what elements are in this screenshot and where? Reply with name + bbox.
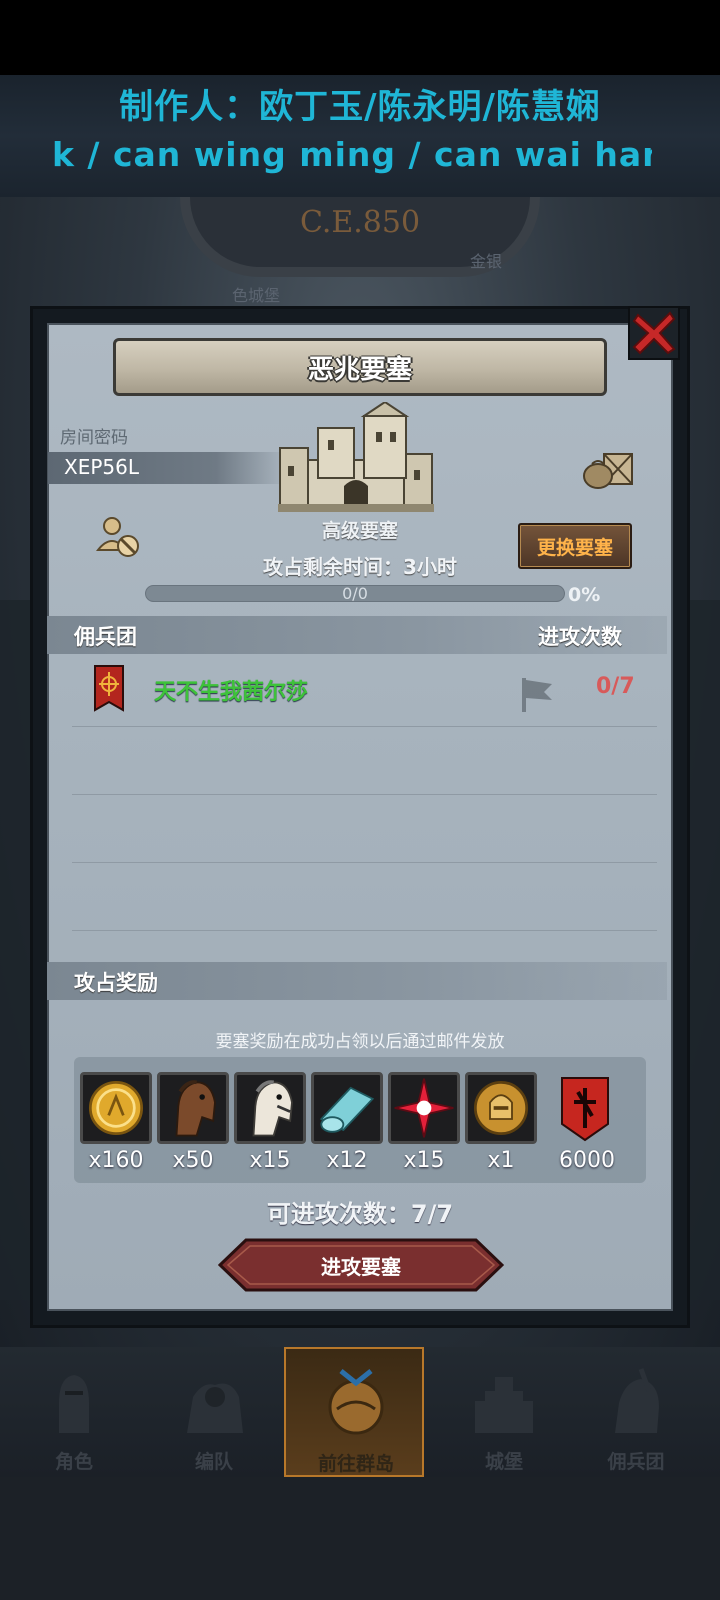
rewards-note: 要塞奖励在成功占领以后通过邮件发放 bbox=[215, 1032, 505, 1052]
remaining-time: 攻占剩余时间：3小时 bbox=[263, 555, 457, 579]
bottom-safe-area bbox=[0, 1477, 720, 1600]
top-black-bar bbox=[0, 0, 720, 75]
nav-label: 前往群岛 bbox=[317, 1453, 394, 1475]
capture-progress-bar: 0/0 bbox=[145, 584, 565, 603]
mercenary-attack-count: 0/7 bbox=[596, 674, 635, 699]
mercenary-icon bbox=[615, 1368, 659, 1433]
capture-progress-percent: 0% bbox=[568, 584, 601, 606]
credits-line-1: 制作人：欧丁玉/陈永明/陈慧娴 bbox=[119, 87, 601, 127]
reward-count: 6000 bbox=[559, 1148, 615, 1173]
mercenary-header-label: 佣兵团 bbox=[74, 625, 137, 649]
mercenary-name: 天不生我茜尔莎 bbox=[154, 680, 309, 705]
close-icon bbox=[632, 311, 676, 355]
fortress-castle-icon bbox=[278, 402, 434, 512]
bg-map-label: 金银 bbox=[470, 252, 503, 271]
capture-progress-text: 0/0 bbox=[342, 584, 368, 603]
list-divider bbox=[72, 930, 657, 931]
supplies-bag-icon[interactable] bbox=[582, 446, 634, 490]
attack-fortress-button[interactable]: 进攻要塞 bbox=[218, 1238, 504, 1292]
squad-icon bbox=[187, 1383, 243, 1433]
nav-item-formation[interactable]: 编队 bbox=[144, 1347, 284, 1477]
room-code-value[interactable]: XEP56L bbox=[64, 455, 139, 479]
year-label: C.E.850 bbox=[299, 205, 421, 240]
credits-line-2: k / can wing ming / can wai han bbox=[52, 135, 652, 174]
brown-horse-icon[interactable] bbox=[157, 1072, 229, 1144]
room-code-label: 房间密码 bbox=[60, 428, 128, 448]
credits-overlay: 制作人：欧丁玉/陈永明/陈慧娴 k / can wing ming / can … bbox=[0, 75, 720, 197]
nav-item-character[interactable]: 角色 bbox=[4, 1347, 144, 1477]
knight-icon bbox=[59, 1375, 89, 1433]
modal-title: 恶兆要塞 bbox=[113, 338, 607, 396]
knight-helmet-coin-icon[interactable] bbox=[465, 1072, 537, 1144]
castle-icon bbox=[475, 1377, 533, 1433]
reward-count: x1 bbox=[487, 1148, 515, 1173]
nav-label: 城堡 bbox=[484, 1451, 523, 1473]
rewards-header-label: 攻占奖励 bbox=[74, 971, 158, 995]
nav-item-mercenary[interactable]: 佣兵团 bbox=[566, 1347, 706, 1477]
attacks-remaining: 可进攻次数：7/7 bbox=[266, 1200, 454, 1228]
nav-item-castle[interactable]: 城堡 bbox=[434, 1347, 574, 1477]
red-banner-icon[interactable] bbox=[552, 1072, 618, 1144]
white-horse-icon[interactable] bbox=[234, 1072, 306, 1144]
flag-icon bbox=[522, 678, 552, 712]
cloth-roll-icon[interactable] bbox=[311, 1072, 383, 1144]
attack-count-header-label: 进攻次数 bbox=[538, 625, 622, 649]
red-star-icon[interactable] bbox=[388, 1072, 460, 1144]
nav-label: 佣兵团 bbox=[607, 1451, 665, 1473]
nav-label: 角色 bbox=[54, 1451, 93, 1473]
list-divider bbox=[72, 862, 657, 863]
island-compass-icon bbox=[328, 1369, 384, 1435]
list-divider bbox=[72, 794, 657, 795]
attack-button-label: 进攻要塞 bbox=[321, 1255, 401, 1279]
mercenary-banner-icon bbox=[94, 665, 124, 712]
gold-coin-icon[interactable] bbox=[80, 1072, 152, 1144]
list-divider bbox=[72, 726, 657, 727]
nav-item-islands[interactable]: 前往群岛 bbox=[284, 1347, 424, 1477]
nav-label: 编队 bbox=[194, 1451, 233, 1473]
close-button[interactable] bbox=[628, 306, 680, 360]
bg-map-label: 色城堡 bbox=[232, 286, 281, 305]
